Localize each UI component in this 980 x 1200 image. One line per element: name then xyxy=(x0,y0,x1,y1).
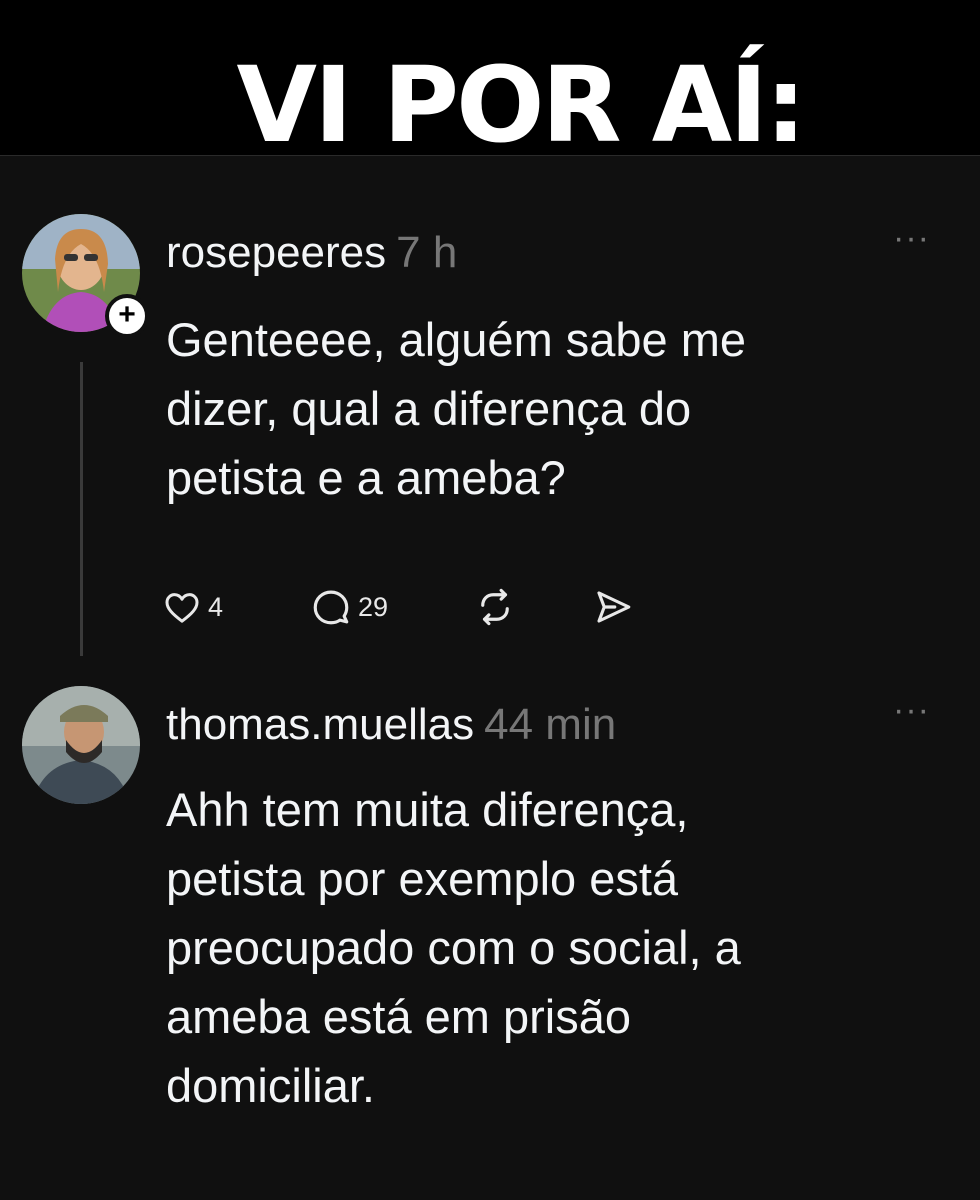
post-text: Genteeee, alguém sabe me dizer, qual a d… xyxy=(166,305,926,512)
post-header: thomas.muellas 44 min xyxy=(166,700,616,750)
username[interactable]: thomas.muellas xyxy=(166,700,474,749)
like-button[interactable]: 4 xyxy=(162,582,223,632)
avatar-photo xyxy=(22,686,140,804)
timestamp: 44 min xyxy=(484,700,617,749)
reply-count: 29 xyxy=(358,591,389,622)
post-text-line: Genteeee, alguém sabe me xyxy=(166,313,747,366)
post-text-line: domiciliar. xyxy=(166,1059,375,1112)
post-text-line: dizer, qual a diferença do xyxy=(166,382,692,435)
follow-plus-icon[interactable]: + xyxy=(105,294,149,338)
post-text-line: ameba está em prisão xyxy=(166,990,632,1043)
share-icon xyxy=(597,591,631,623)
share-button[interactable] xyxy=(592,582,634,632)
post-text: Ahh tem muita diferença, petista por exe… xyxy=(166,775,926,1120)
more-icon[interactable]: ··· xyxy=(893,693,930,727)
heart-icon xyxy=(165,593,199,623)
avatar-thomas-muellas[interactable] xyxy=(22,686,140,804)
comment-icon xyxy=(313,590,349,625)
post-text-line: Ahh tem muita diferença, xyxy=(166,783,689,836)
banner: VI POR AÍ: xyxy=(0,0,980,160)
timestamp: 7 h xyxy=(396,228,458,277)
banner-title: VI POR AÍ: xyxy=(236,44,806,166)
post-text-line: petista por exemplo está xyxy=(166,852,679,905)
comment-button[interactable]: 29 xyxy=(310,582,388,632)
post-header: rosepeeres 7 h xyxy=(166,228,457,278)
thread-line xyxy=(80,362,83,656)
post-text-line: preocupado com o social, a xyxy=(166,921,741,974)
like-count: 4 xyxy=(208,591,224,622)
post-text-line: petista e a ameba? xyxy=(166,451,566,504)
repost-icon xyxy=(481,588,509,626)
more-icon[interactable]: ··· xyxy=(893,221,930,255)
username[interactable]: rosepeeres xyxy=(166,228,386,277)
repost-button[interactable] xyxy=(474,582,516,632)
